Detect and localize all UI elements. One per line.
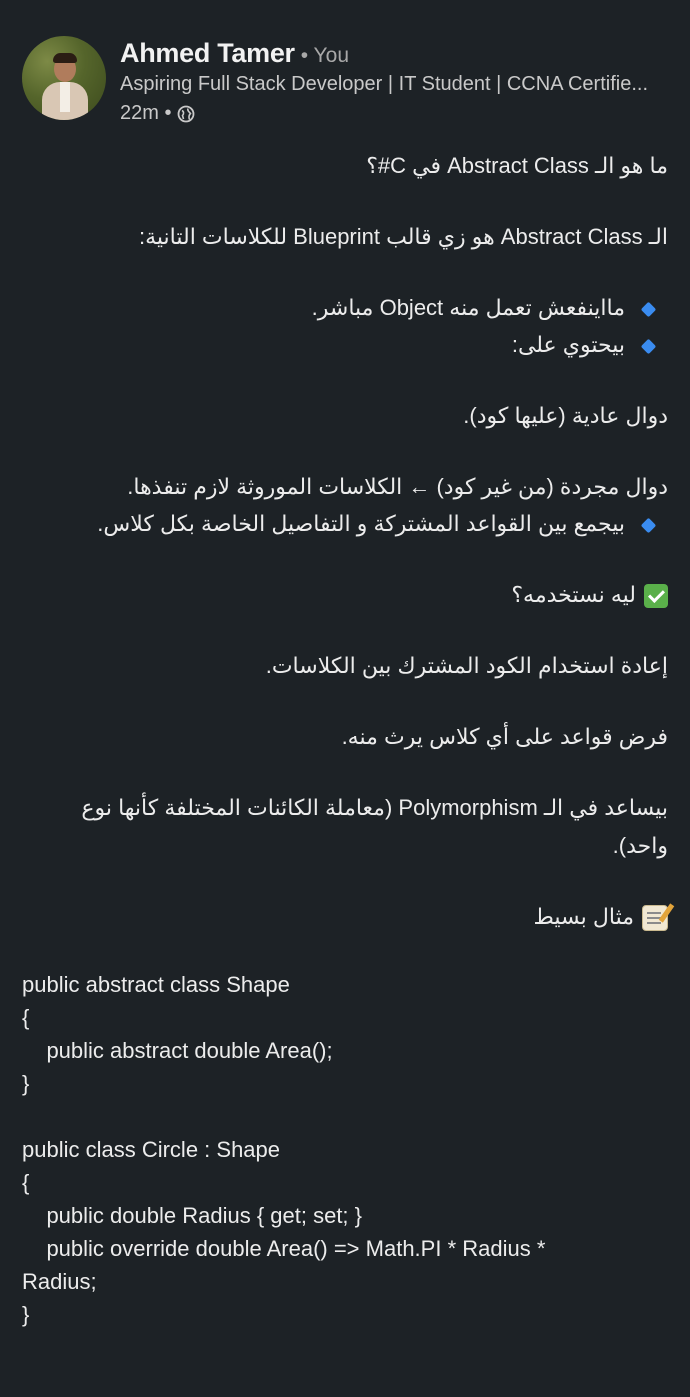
author-row: Ahmed Tamer • You <box>120 38 349 69</box>
why-title: ليه نستخدمه؟ <box>511 582 636 607</box>
post-header: Ahmed Tamer • You Aspiring Full Stack De… <box>0 0 690 140</box>
why-heading: ليه نستخدمه؟ <box>511 577 668 613</box>
avatar-hair <box>53 53 77 63</box>
author-headline: Aspiring Full Stack Developer | IT Stude… <box>120 73 649 95</box>
code-line: Radius; <box>22 1269 97 1294</box>
diamond-bullet-icon <box>640 517 657 533</box>
post-time: 22m • <box>120 102 172 124</box>
diamond-bullet-icon <box>640 338 657 354</box>
post-meta: 22m • <box>120 102 195 125</box>
example-title: مثال بسيط <box>533 904 635 929</box>
example-heading: مثال بسيط <box>533 899 668 935</box>
check-mark-icon <box>644 584 668 609</box>
post-intro: الـ Abstract Class هو زي قالب Blueprint … <box>138 224 668 249</box>
diamond-bullet-icon <box>640 301 657 317</box>
code-line: { <box>22 1005 30 1030</box>
bullet-text: بيجمع بين القواعد المشتركة و التفاصيل ال… <box>97 511 625 536</box>
code-line: public class Circle : Shape <box>22 1137 281 1162</box>
you-label: • You <box>300 44 349 67</box>
list-item: مااينفعش تعمل منه Object مباشر. <box>312 290 668 326</box>
code-line: public abstract class Shape <box>22 972 290 997</box>
code-line: } <box>22 1302 30 1327</box>
code-line: public abstract double Area(); <box>22 1038 333 1063</box>
code-line: { <box>22 1170 30 1195</box>
memo-icon <box>642 905 668 932</box>
post-line: دوال مجردة (من غير كود) ← الكلاسات المور… <box>127 474 668 499</box>
post-line: دوال عادية (عليها كود). <box>463 403 668 428</box>
post-line: واحد). <box>612 833 668 858</box>
avatar-shirt <box>60 82 70 112</box>
post-title: ما هو الـ Abstract Class في C#؟ <box>366 153 668 178</box>
code-line: public double Radius { get; set; } <box>22 1203 363 1228</box>
avatar[interactable] <box>22 36 106 120</box>
code-line: public override double Area() => Math.PI… <box>22 1236 546 1261</box>
list-item: بيجمع بين القواعد المشتركة و التفاصيل ال… <box>97 506 668 542</box>
author-name[interactable]: Ahmed Tamer <box>120 38 295 69</box>
post-line: فرض قواعد على أي كلاس يرث منه. <box>341 724 668 749</box>
post-line: إعادة استخدام الكود المشترك بين الكلاسات… <box>265 653 668 678</box>
list-item: بيحتوي على: <box>512 327 668 363</box>
bullet-text: مااينفعش تعمل منه Object مباشر. <box>311 295 625 320</box>
code-line: } <box>22 1071 30 1096</box>
code-block: public abstract class Shape { public abst… <box>22 935 545 1397</box>
globe-icon <box>178 105 195 122</box>
bullet-text: بيحتوي على: <box>511 332 625 357</box>
post-line: بيساعد في الـ Polymorphism (معاملة الكائ… <box>81 795 668 820</box>
